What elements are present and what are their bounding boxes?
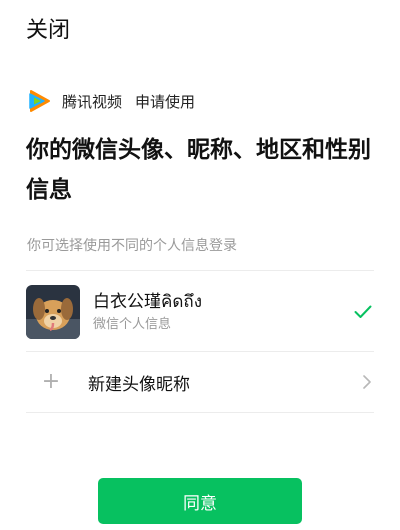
hint-text: 你可选择使用不同的个人信息登录 [27,238,237,254]
agree-button[interactable]: 同意 [98,478,302,524]
new-profile-label: 新建头像昵称 [88,374,190,395]
app-name: 腾讯视频 [62,92,123,111]
divider [26,270,374,271]
profile-option-wechat[interactable]: 白衣公瑾คิดถึง 微信个人信息 [26,284,374,340]
new-profile-button[interactable]: + 新建头像昵称 [26,362,374,402]
page-title: 你的微信头像、昵称、地区和性别信息 [26,137,371,203]
chevron-right-icon [363,375,371,389]
app-info: 腾讯视频 申请使用 [27,88,195,114]
check-icon [354,305,372,318]
tencent-video-logo-icon [29,90,50,112]
profile-nickname: 白衣公瑾คิดถึง [93,291,203,312]
divider [26,351,374,352]
profile-subtitle: 微信个人信息 [93,316,172,332]
plus-icon: + [41,369,61,394]
divider [26,412,374,413]
close-button[interactable]: 关闭 [26,16,70,46]
avatar [26,285,80,339]
app-request-text: 申请使用 [135,92,196,111]
